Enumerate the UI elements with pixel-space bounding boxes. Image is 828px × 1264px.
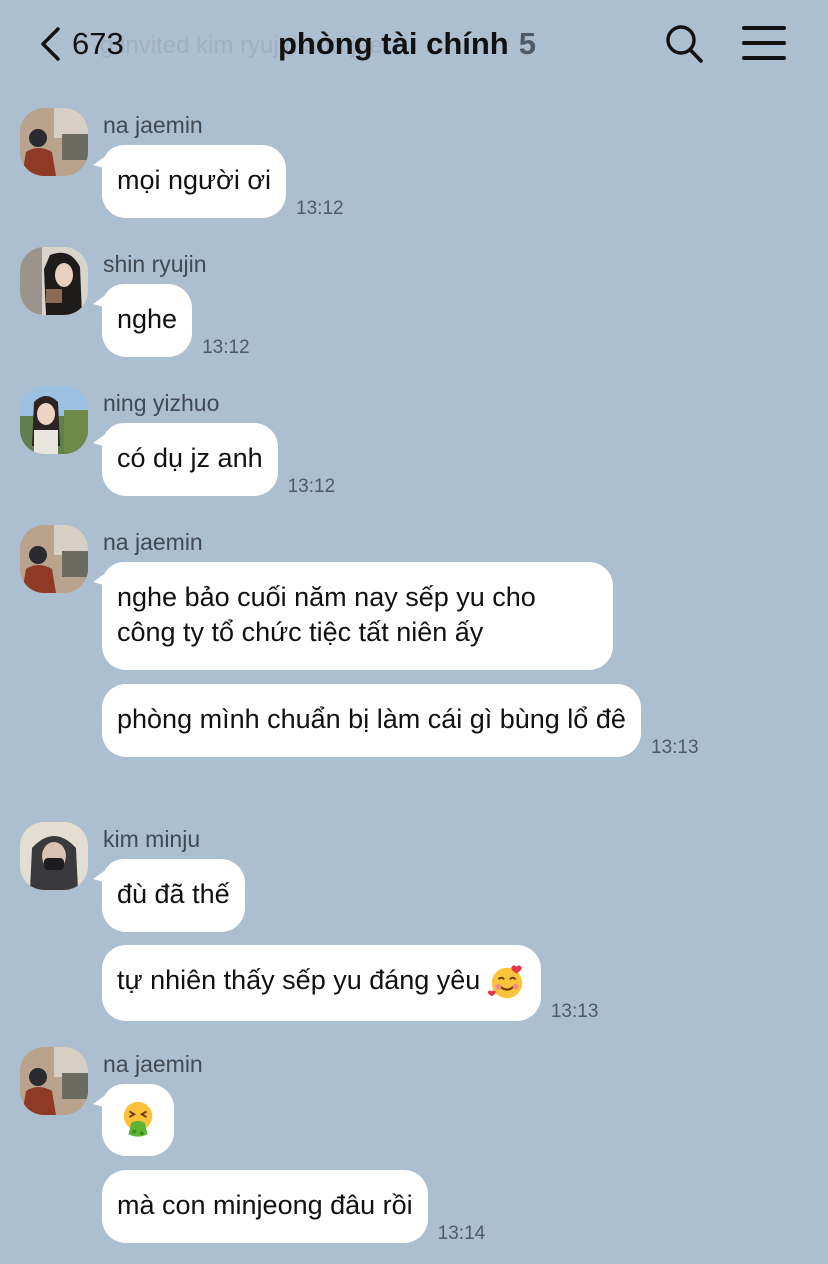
message-bubble[interactable]: đù đã thế <box>93 859 245 932</box>
sender-name: na jaemin <box>103 529 203 555</box>
message-bubble[interactable]: nghe <box>92 284 193 357</box>
search-icon <box>666 25 703 63</box>
menu-button[interactable] <box>742 26 786 62</box>
back-button[interactable]: 673 <box>38 24 124 64</box>
sender-name: na jaemin <box>103 1051 203 1077</box>
unread-count: 673 <box>72 26 124 61</box>
sender-name: ning yizhuo <box>103 390 220 416</box>
message-bubble[interactable]: nghe bảo cuối năm nay sếp yu cho công ty… <box>93 562 613 670</box>
message-bubble[interactable] <box>93 1084 174 1156</box>
message-bubble[interactable]: tự nhiên thấy sếp yu đáng yêu <box>102 945 541 1021</box>
avatar-kim-minju[interactable] <box>20 822 88 890</box>
sender-name: kim minju <box>103 826 201 852</box>
chat-title[interactable]: phòng tài chính 5 <box>278 24 536 64</box>
avatar-shin-ryujin[interactable] <box>20 247 88 315</box>
avatar-ning-yizhuo[interactable] <box>20 386 88 454</box>
smiling-face-with-hearts-icon <box>487 965 523 999</box>
message-bubble[interactable]: mọi người ơi <box>92 145 287 218</box>
message-timestamp: 13:14 <box>437 1223 486 1244</box>
chat-header: g invited kim ryujin and jae 673 phòng t… <box>0 0 828 88</box>
chat-title-text: phòng tài chính <box>278 26 509 61</box>
chevron-left-icon <box>41 27 60 61</box>
message-timestamp: 13:12 <box>202 337 250 358</box>
avatar-na-jaemin[interactable] <box>20 525 88 593</box>
hamburger-icon <box>742 26 786 30</box>
vomiting-face-icon <box>123 1101 153 1137</box>
message-timestamp: 13:12 <box>296 198 344 219</box>
message-timestamp: 13:12 <box>287 476 336 497</box>
message-timestamp: 13:13 <box>550 1001 599 1022</box>
message-bubble[interactable]: phòng mình chuẩn bị làm cái gì bùng lổ đ… <box>102 684 641 757</box>
avatar-na-jaemin[interactable] <box>20 108 88 176</box>
member-count: 5 <box>518 26 536 61</box>
message-timestamp: 13:13 <box>651 737 699 758</box>
message-bubble[interactable]: có dụ jz anh <box>93 423 278 496</box>
sender-name: na jaemin <box>103 112 203 138</box>
message-bubble[interactable]: mà con minjeong đâu rồi <box>102 1170 428 1243</box>
sender-name: shin ryujin <box>103 251 207 277</box>
avatar-na-jaemin[interactable] <box>20 1047 88 1115</box>
search-button[interactable] <box>664 24 704 64</box>
